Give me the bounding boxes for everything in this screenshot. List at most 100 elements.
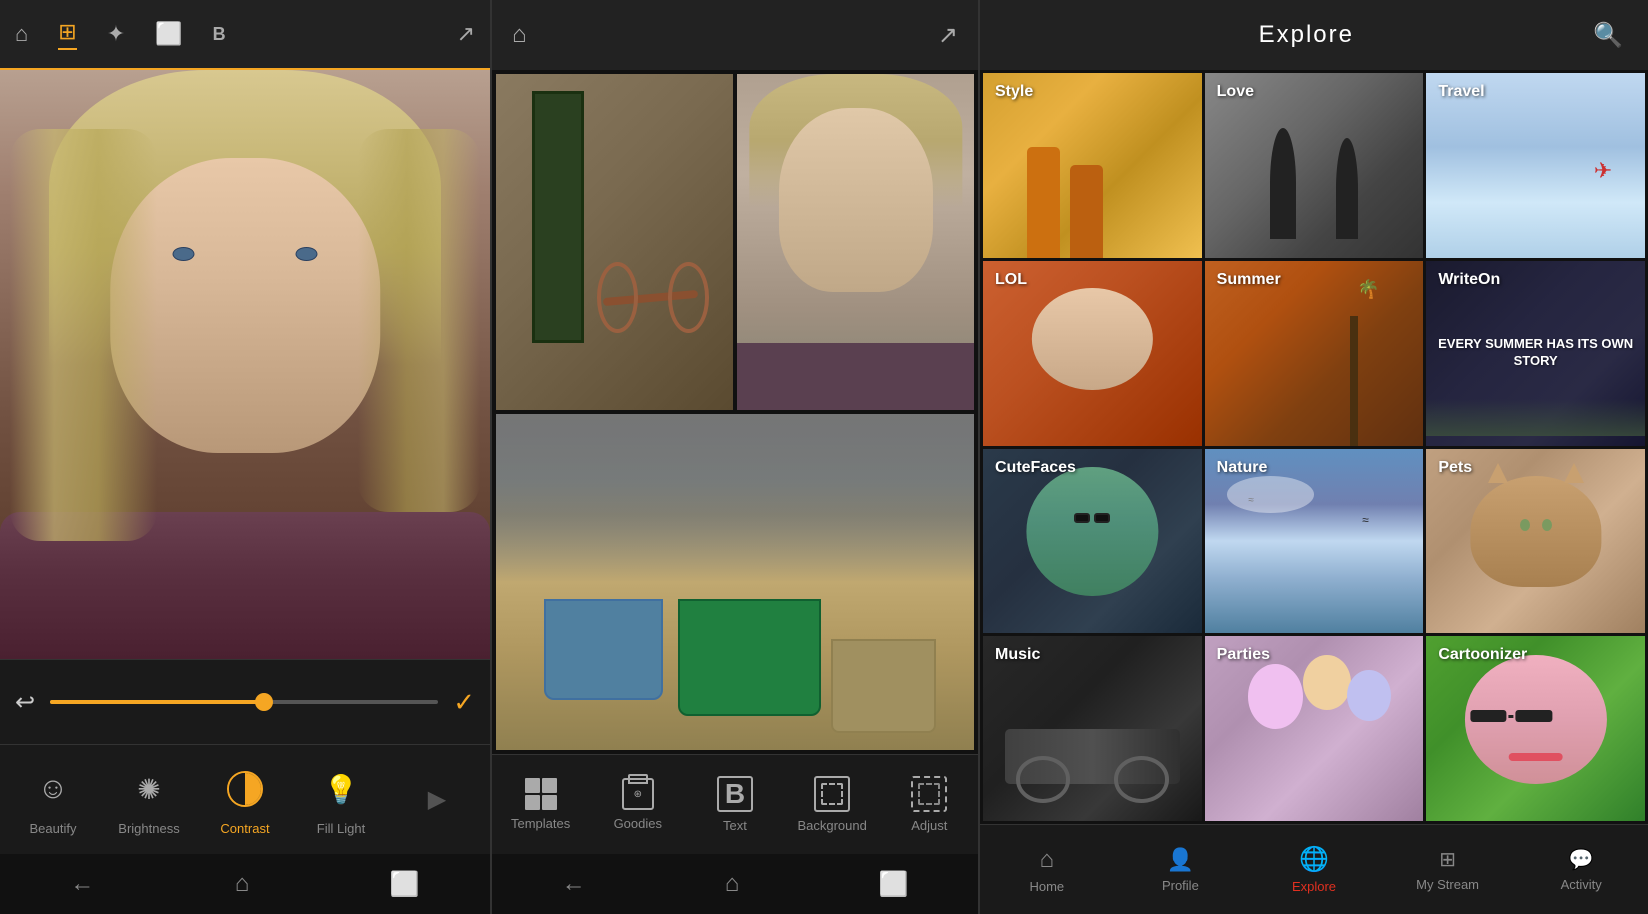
- contrast-icon: [219, 763, 271, 815]
- collage-top-nav: ⌂ ↗: [492, 0, 978, 70]
- parties-label: Parties: [1217, 646, 1270, 664]
- background-label: Background: [797, 818, 866, 833]
- beautify-label: Beautify: [30, 821, 77, 836]
- brightness-tool[interactable]: ✺ Brightness: [114, 763, 184, 836]
- category-cartoonizer[interactable]: Cartoonizer: [1426, 636, 1645, 821]
- more-icon: ▶: [411, 774, 463, 826]
- explore-search-icon[interactable]: 🔍: [1593, 21, 1623, 50]
- nav-home-label: Home: [1029, 879, 1064, 894]
- nav-mystream-label: My Stream: [1416, 877, 1479, 892]
- explore-header: ⌂ Explore 🔍: [980, 0, 1648, 70]
- category-style[interactable]: Style: [983, 73, 1202, 258]
- category-pets[interactable]: Pets: [1426, 449, 1645, 634]
- nav-explore-icon: 🌐: [1299, 845, 1329, 874]
- background-icon: [814, 776, 850, 812]
- category-writeon[interactable]: EVERY SUMMER HAS ITS OWN STORY WriteOn: [1426, 261, 1645, 446]
- collage-share-icon[interactable]: ↗: [938, 21, 958, 50]
- nav-explore-label: Explore: [1292, 879, 1336, 894]
- brightness-icon: ✺: [123, 763, 175, 815]
- templates-label: Templates: [511, 816, 570, 831]
- fill-light-label: Fill Light: [317, 821, 365, 836]
- category-nature[interactable]: ≈ ≈ Nature: [1205, 449, 1424, 634]
- home-button[interactable]: ⌂: [235, 870, 250, 898]
- editor-bottom-nav: ← ⌂ ⬜: [0, 854, 490, 914]
- nav-mystream-icon: ⊞: [1439, 847, 1456, 872]
- collage-bottom-nav: ← ⌂ ⬜: [492, 854, 978, 914]
- editor-photo-area: [0, 70, 490, 659]
- category-parties[interactable]: Parties: [1205, 636, 1424, 821]
- goodies-label: Goodies: [614, 816, 662, 831]
- category-summer[interactable]: 🌴 Summer: [1205, 261, 1424, 446]
- nav-explore[interactable]: 🌐 Explore: [1274, 845, 1354, 894]
- adjustments-nav-item[interactable]: ⊞: [58, 19, 76, 50]
- share-icon[interactable]: ↗: [457, 21, 475, 47]
- collage-cell-boats[interactable]: [496, 414, 974, 750]
- bold-icon[interactable]: B: [213, 24, 226, 45]
- summer-label: Summer: [1217, 271, 1281, 289]
- templates-icon: [525, 778, 557, 810]
- nav-profile[interactable]: 👤 Profile: [1140, 847, 1220, 893]
- nav-mystream[interactable]: ⊞ My Stream: [1408, 847, 1488, 892]
- goodies-tool[interactable]: ⊛ Goodies: [603, 778, 673, 831]
- cutefaces-label: CuteFaces: [995, 459, 1076, 477]
- brightness-slider[interactable]: [50, 700, 438, 704]
- collage-toolbar: Templates ⊛ Goodies B Text Background Ad…: [492, 754, 978, 854]
- cartoonizer-label: Cartoonizer: [1438, 646, 1527, 664]
- undo-button[interactable]: ↩: [15, 688, 35, 717]
- collage-back-button[interactable]: ←: [562, 870, 586, 898]
- contrast-label: Contrast: [220, 821, 269, 836]
- text-icon: B: [717, 776, 753, 812]
- adjust-label: Adjust: [911, 818, 947, 833]
- beautify-tool[interactable]: ☺ Beautify: [18, 763, 88, 836]
- pets-label: Pets: [1438, 459, 1472, 477]
- more-tool[interactable]: ▶: [402, 774, 472, 826]
- nav-activity-label: Activity: [1561, 877, 1602, 892]
- recents-button[interactable]: ⬜: [390, 870, 420, 899]
- writeon-overlay-text: EVERY SUMMER HAS ITS OWN STORY: [1437, 336, 1634, 370]
- writeon-label: WriteOn: [1438, 271, 1500, 289]
- lol-label: LOL: [995, 271, 1027, 289]
- text-tool[interactable]: B Text: [700, 776, 770, 833]
- category-love[interactable]: Love: [1205, 73, 1424, 258]
- collage-photo-grid: [492, 70, 978, 754]
- nav-activity[interactable]: 💬 Activity: [1541, 847, 1621, 892]
- templates-tool[interactable]: Templates: [506, 778, 576, 831]
- collage-home-icon[interactable]: ⌂: [512, 21, 527, 49]
- brightness-label: Brightness: [118, 821, 179, 836]
- nav-home[interactable]: ⌂ Home: [1007, 846, 1087, 894]
- editor-toolbar: ☺ Beautify ✺ Brightness Contrast 💡: [0, 744, 490, 854]
- wand-icon[interactable]: ✦: [107, 21, 125, 47]
- category-lol[interactable]: LOL: [983, 261, 1202, 446]
- back-button[interactable]: ←: [70, 870, 94, 898]
- fill-light-tool[interactable]: 💡 Fill Light: [306, 763, 376, 836]
- collage-cell-bike[interactable]: [496, 74, 733, 410]
- beautify-icon: ☺: [27, 763, 79, 815]
- nav-home-icon: ⌂: [1040, 846, 1055, 874]
- confirm-button[interactable]: ✓: [453, 687, 475, 718]
- collage-recents-button[interactable]: ⬜: [879, 870, 909, 899]
- fill-light-icon: 💡: [315, 763, 367, 815]
- adjust-icon: [911, 776, 947, 812]
- explore-panel: ⌂ Explore 🔍 Style Love: [980, 0, 1648, 914]
- editor-slider-controls: ↩ ✓: [0, 659, 490, 744]
- text-label: Text: [723, 818, 747, 833]
- adjust-tool[interactable]: Adjust: [894, 776, 964, 833]
- collage-cell-girl[interactable]: [737, 74, 974, 410]
- category-music[interactable]: Music: [983, 636, 1202, 821]
- collage-home-button[interactable]: ⌂: [725, 870, 740, 898]
- background-tool[interactable]: Background: [797, 776, 867, 833]
- frame-icon[interactable]: ⬜: [155, 21, 182, 47]
- category-cutefaces[interactable]: CuteFaces: [983, 449, 1202, 634]
- photo-editor-panel: ⌂ ⊞ ✦ ⬜ B ↗: [0, 0, 490, 914]
- category-travel[interactable]: ✈ Travel: [1426, 73, 1645, 258]
- style-label: Style: [995, 83, 1033, 101]
- collage-panel: ⌂ ↗: [490, 0, 980, 914]
- contrast-tool[interactable]: Contrast: [210, 763, 280, 836]
- nav-profile-icon: 👤: [1167, 847, 1194, 873]
- nav-activity-icon: 💬: [1569, 847, 1594, 872]
- travel-label: Travel: [1438, 83, 1484, 101]
- home-icon[interactable]: ⌂: [15, 21, 28, 47]
- editor-top-nav: ⌂ ⊞ ✦ ⬜ B ↗: [0, 0, 490, 70]
- love-label: Love: [1217, 83, 1254, 101]
- music-label: Music: [995, 646, 1040, 664]
